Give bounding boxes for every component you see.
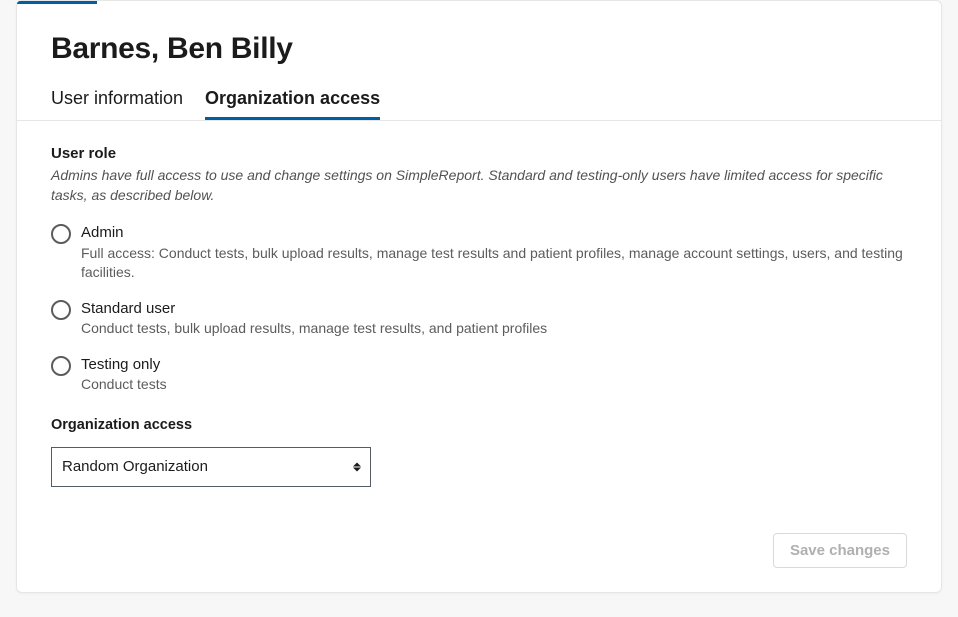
role-option-standard[interactable]: Standard user Conduct tests, bulk upload… bbox=[51, 299, 907, 339]
radio-icon[interactable] bbox=[51, 224, 71, 244]
tab-organization-access[interactable]: Organization access bbox=[205, 88, 380, 120]
page-title: Barnes, Ben Billy bbox=[51, 32, 907, 66]
role-option-testing[interactable]: Testing only Conduct tests bbox=[51, 355, 907, 395]
radio-icon[interactable] bbox=[51, 356, 71, 376]
user-role-description: Admins have full access to use and chang… bbox=[51, 166, 907, 205]
role-label: Standard user bbox=[81, 299, 907, 319]
user-role-section: User role Admins have full access to use… bbox=[51, 145, 907, 395]
save-changes-button[interactable]: Save changes bbox=[773, 533, 907, 568]
form-actions: Save changes bbox=[51, 533, 907, 568]
role-radio-group: Admin Full access: Conduct tests, bulk u… bbox=[51, 223, 907, 395]
organization-select-wrap: Random Organization bbox=[51, 447, 371, 487]
tabs: User information Organization access bbox=[17, 88, 941, 121]
tab-user-information[interactable]: User information bbox=[51, 88, 183, 120]
role-description: Full access: Conduct tests, bulk upload … bbox=[81, 244, 907, 283]
user-role-heading: User role bbox=[51, 145, 907, 162]
role-description: Conduct tests, bulk upload results, mana… bbox=[81, 319, 907, 339]
role-label: Admin bbox=[81, 223, 907, 243]
radio-icon[interactable] bbox=[51, 300, 71, 320]
organization-select[interactable]: Random Organization bbox=[51, 447, 371, 487]
settings-card: Barnes, Ben Billy User information Organ… bbox=[16, 0, 942, 593]
role-description: Conduct tests bbox=[81, 375, 907, 395]
role-label: Testing only bbox=[81, 355, 907, 375]
organization-access-label: Organization access bbox=[51, 417, 907, 433]
role-option-admin[interactable]: Admin Full access: Conduct tests, bulk u… bbox=[51, 223, 907, 283]
